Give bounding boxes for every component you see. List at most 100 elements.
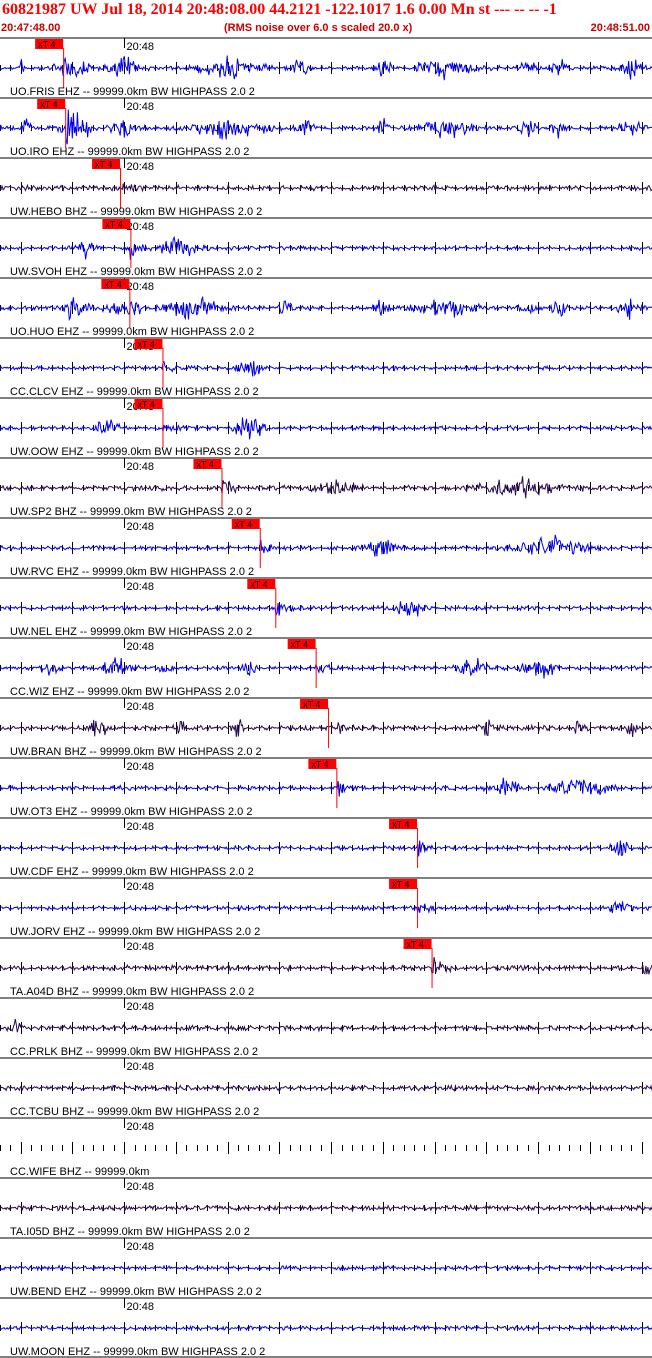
trace-panel: 20:48 xT 4 UO.IRO EHZ -- 99999.0km BW HIGH… (0, 97, 652, 158)
trace-panel: 20:48 xT 4 TA.A04D BHZ -- 99999.0km BW HIG… (0, 937, 652, 998)
pick-label: xT 4 (291, 640, 308, 650)
minute-mark-label: 20:48 (127, 881, 155, 893)
trace-panel: 20:48xT 4UW.SVOH EHZ -- 99999.0km BW HIG… (0, 217, 652, 278)
pick-label: xT 4 (137, 400, 154, 410)
pick-label: xT 4 (303, 700, 320, 710)
waveform-trace (0, 476, 652, 499)
trace-panel: 20:48 CC.PRLK BHZ -- 99999.0km BW HIGHPAS… (0, 997, 652, 1058)
trace-panel: 20:48xT 4CC.CLCV EHZ -- 99999.0km BW HIG… (0, 337, 652, 398)
pick-label: xT 4 (137, 340, 154, 350)
minute-mark-label: 20:48 (127, 761, 155, 773)
minute-mark-label: 20:48 (127, 1301, 155, 1313)
waveform-trace (0, 777, 652, 797)
time-ticks (0, 1142, 652, 1154)
station-label: UW.MOON EHZ -- 99999.0km BW HIGHPASS 2.0… (10, 1346, 265, 1358)
waveform-trace (0, 109, 652, 145)
trace-panel: 20:48 xT 4 UW.NEL EHZ -- 99999.0km BW HIGH… (0, 577, 652, 638)
minute-mark-label: 20:48 (127, 1241, 155, 1253)
waveform-trace (0, 55, 652, 81)
station-label: CC.PRLK BHZ -- 99999.0km BW HIGHPASS 2.0… (10, 1046, 258, 1058)
trace-panel: 20:48 UW.BEND EHZ -- 99999.0km BW HIGHPAS… (0, 1237, 652, 1298)
minute-mark-label: 20:48 (127, 461, 155, 473)
station-label: UO.FRIS EHZ -- 99999.0km BW HIGHPASS 2.0… (10, 86, 255, 98)
pick-label: xT 4 (38, 40, 55, 50)
waveform-trace (0, 183, 652, 193)
trace-panel: 20:48 xT 4 UW.HEBO BHZ -- 99999.0km BW HIG… (0, 157, 652, 218)
waveform-trace (0, 1083, 652, 1092)
minute-mark-label: 20:48 (127, 701, 155, 713)
waveform-trace (0, 1203, 652, 1213)
trace-panel: 20:48 xT 4 UW.BRAN BHZ -- 99999.0km BW HIG… (0, 697, 652, 758)
trace-panel: 20:48 xT 4 UW.JORV EHZ -- 99999.0km BW HIG… (0, 877, 652, 938)
trace-panel: 20:48 xT 4 UW.SP2 BHZ -- 99999.0km BW HIGH… (0, 457, 652, 518)
pick-label: xT 4 (235, 520, 252, 530)
pick-label: xT 4 (392, 820, 409, 830)
trace-panel: 20:48 CC.TCBU BHZ -- 99999.0km BW HIGHPAS… (0, 1057, 652, 1118)
waveform-trace (0, 1019, 652, 1033)
station-label: UW.BEND EHZ -- 99999.0km BW HIGHPASS 2.0… (10, 1286, 262, 1298)
waveform-trace (0, 601, 652, 617)
trace-panel: 20:48xT 4UW.OOW EHZ -- 99999.0km BW HIGH… (0, 397, 652, 458)
waveform-trace (0, 1264, 652, 1272)
station-label: UW.OT3 EHZ -- 99999.0km BW HIGHPASS 2.0 … (10, 806, 252, 818)
pick-label: xT 4 (407, 940, 424, 950)
station-label: CC.CLCV EHZ -- 99999.0km BW HIGHPASS 2.0… (10, 386, 259, 398)
trace-panel: 20:48 xT 4 UW.RVC EHZ -- 99999.0km BW HIGH… (0, 517, 652, 578)
station-label: UW.CDF EHZ -- 99999.0km BW HIGHPASS 2.0 … (10, 866, 254, 878)
pick-label: xT 4 (104, 280, 121, 290)
pick-label: xT 4 (250, 580, 267, 590)
waveform-trace (0, 840, 652, 857)
station-label: CC.WIFE BHZ -- 99999.0km (10, 1166, 149, 1178)
trace-panel: 20:48 xT 4 CC.WIZ EHZ -- 99999.0km BW HIGH… (0, 637, 652, 698)
minute-mark-label: 20:48 (127, 1181, 155, 1193)
station-label: UW.SP2 BHZ -- 99999.0km BW HIGHPASS 2.0 … (10, 506, 252, 518)
pick-label: xT 4 (311, 760, 328, 770)
minute-mark-label: 20:48 (127, 41, 155, 53)
pick-label: xT 4 (392, 880, 409, 890)
waveform-trace (0, 417, 652, 440)
station-label: UW.OOW EHZ -- 99999.0km BW HIGHPASS 2.0 … (10, 446, 259, 458)
trace-panel: 20:48 TA.I05D BHZ -- 99999.0km BW HIGHPAS… (0, 1177, 652, 1238)
minute-mark-label: 20:48 (127, 101, 155, 113)
station-label: UW.BRAN BHZ -- 99999.0km BW HIGHPASS 2.0… (10, 746, 262, 758)
minute-mark-label: 20:48 (127, 1061, 155, 1073)
waveform-trace (0, 900, 652, 914)
trace-panel: 20:48 xT 4 UW.CDF EHZ -- 99999.0km BW HIGH… (0, 817, 652, 878)
minute-mark-label: 20:48 (127, 1121, 155, 1133)
station-label: CC.TCBU BHZ -- 99999.0km BW HIGHPASS 2.0… (10, 1106, 259, 1118)
trace-panel: 20:48 xT 4 UO.FRIS EHZ -- 99999.0km BW HIG… (0, 37, 652, 98)
waveform-trace (0, 957, 652, 975)
minute-mark-label: 20:48 (127, 641, 155, 653)
station-label: UW.NEL EHZ -- 99999.0km BW HIGHPASS 2.0 … (10, 626, 252, 638)
pick-label: xT 4 (105, 220, 122, 230)
station-label: UO.HUO EHZ -- 99999.0km BW HIGHPASS 2.0 … (10, 326, 254, 338)
station-label: UW.JORV EHZ -- 99999.0km BW HIGHPASS 2.0… (10, 926, 260, 938)
trace-panel: 20:48 xT 4 UO.HUO EHZ -- 99999.0km BW HIGH… (0, 277, 652, 338)
station-label: CC.WIZ EHZ -- 99999.0km BW HIGHPASS 2.0 … (10, 686, 249, 698)
trace-panel: 20:48 UW.MOON EHZ -- 99999.0km BW HIGHPAS… (0, 1297, 652, 1358)
waveform-trace (0, 1324, 652, 1332)
pick-label: xT 4 (196, 460, 213, 470)
station-label: UW.SVOH EHZ -- 99999.0km BW HIGHPASS 2.0… (10, 266, 262, 278)
minute-mark-label: 20:48 (127, 161, 155, 173)
trace-panel: 20:48 CC.WIFE BHZ -- 99999.0km (0, 1117, 652, 1178)
station-label: TA.I05D BHZ -- 99999.0km BW HIGHPASS 2.0… (10, 1226, 250, 1238)
minute-mark-label: 20:48 (127, 941, 155, 953)
waveform-trace (0, 719, 652, 738)
station-label: UW.RVC EHZ -- 99999.0km BW HIGHPASS 2.0 … (10, 566, 254, 578)
station-label: UW.HEBO BHZ -- 99999.0km BW HIGHPASS 2.0… (10, 206, 262, 218)
trace-panel: 20:48 xT 4 UW.OT3 EHZ -- 99999.0km BW HIGH… (0, 757, 652, 818)
minute-mark-label: 20:48 (127, 1001, 155, 1013)
waveform-trace (0, 360, 652, 377)
minute-mark-label: 20:48 (127, 821, 155, 833)
station-label: TA.A04D BHZ -- 99999.0km BW HIGHPASS 2.0… (10, 986, 254, 998)
waveform-trace (0, 295, 652, 322)
minute-mark-label: 20:48 (127, 521, 155, 533)
pick-label: xT 4 (40, 100, 57, 110)
waveform-trace (0, 657, 652, 679)
waveform-trace (0, 235, 652, 260)
waveform-trace (0, 534, 652, 557)
minute-mark-label: 20:48 (127, 581, 155, 593)
pick-label: xT 4 (95, 160, 112, 170)
station-label: UO.IRO EHZ -- 99999.0km BW HIGHPASS 2.0 … (10, 146, 249, 158)
